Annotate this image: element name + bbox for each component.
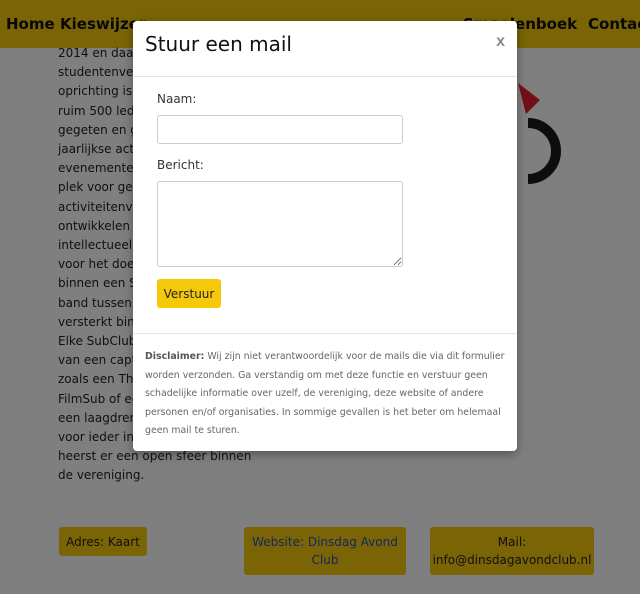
close-button[interactable]: x xyxy=(496,33,505,51)
name-label: Naam: xyxy=(157,92,197,106)
submit-button[interactable]: Verstuur xyxy=(157,279,221,308)
disclaimer-text: Wij zijn niet verantwoordelijk voor de m… xyxy=(145,351,505,436)
modal-title: Stuur een mail xyxy=(145,32,292,56)
disclaimer-label: Disclaimer: xyxy=(145,351,205,362)
name-input[interactable] xyxy=(157,115,403,144)
message-label: Bericht: xyxy=(157,158,204,172)
modal-header: Stuur een mail x xyxy=(133,21,517,77)
message-textarea[interactable] xyxy=(157,181,403,267)
disclaimer: Disclaimer: Wij zijn niet verantwoordeli… xyxy=(133,333,517,451)
mail-modal: Stuur een mail x Naam: Bericht: Verstuur… xyxy=(133,21,517,451)
